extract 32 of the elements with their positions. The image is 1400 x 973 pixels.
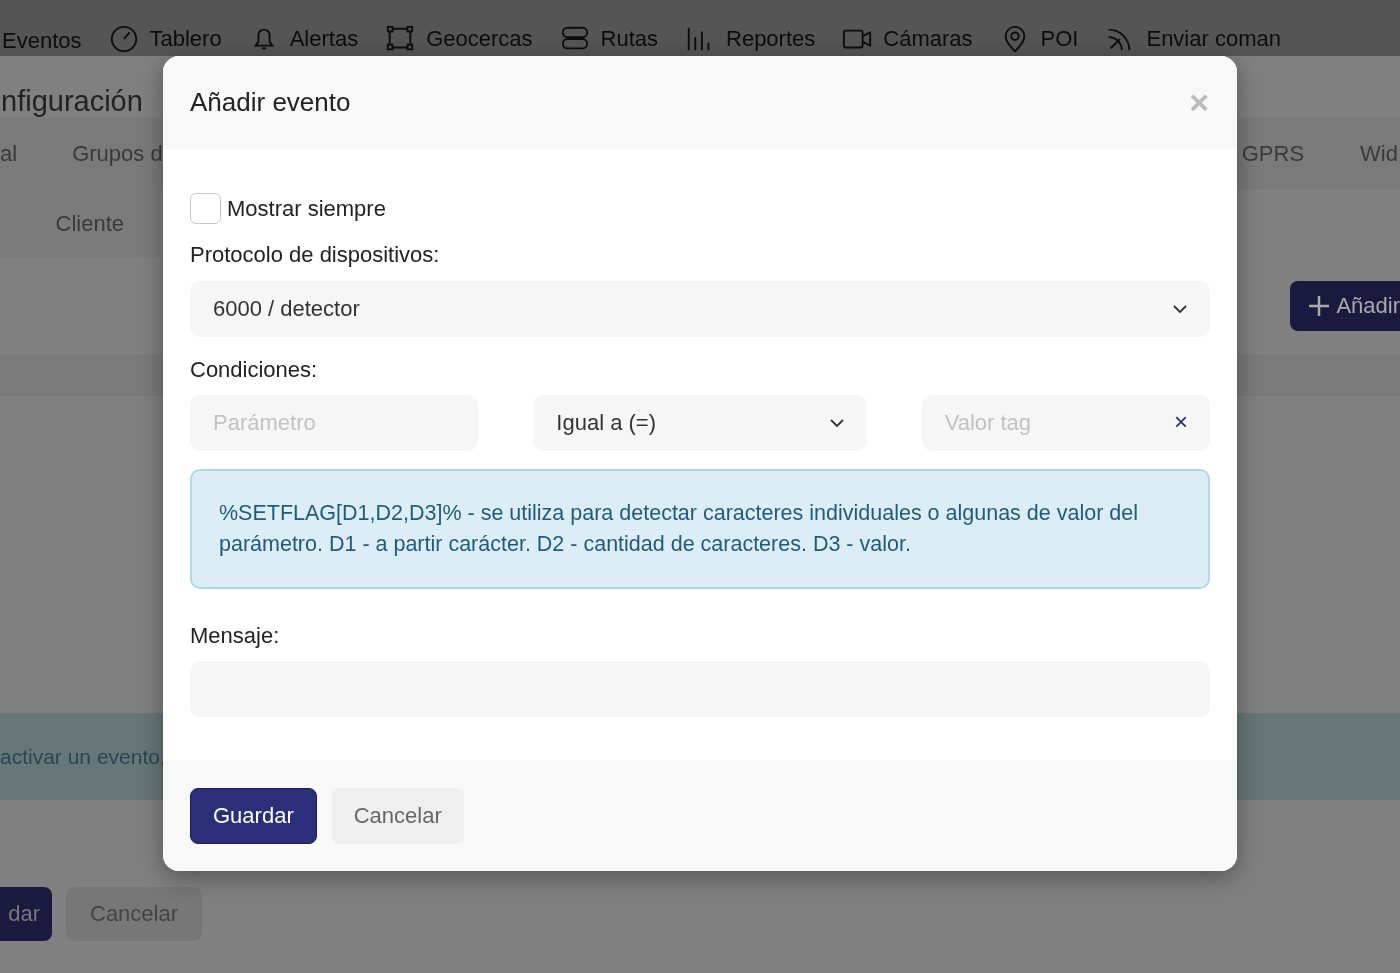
save-button[interactable]: Guardar [190, 787, 317, 844]
clear-button[interactable]: × [1173, 408, 1188, 436]
sub-tab[interactable]: Cliente [0, 190, 160, 258]
close-button[interactable]: × [1189, 83, 1209, 122]
field-label: Mensaje: [190, 623, 281, 649]
tab[interactable]: Grupos d [72, 141, 163, 167]
field-label: Condiciones: [190, 357, 319, 383]
add-button[interactable]: Añadir [1290, 281, 1400, 331]
tab[interactable]: GPRS [1241, 141, 1305, 167]
nav-link[interactable]: Geocercas [426, 26, 533, 52]
nav-link[interactable]: Cámaras [883, 26, 973, 52]
nav-link[interactable]: Eventos [2, 28, 82, 54]
dialog-title: Añadir evento [190, 87, 351, 118]
operator-select[interactable]: Igual a (=) [533, 395, 867, 451]
info-text: activar un evento, [0, 744, 166, 769]
checkbox[interactable] [190, 193, 221, 224]
hint-text: %SETFLAG[D1,D2,D3]% - se utiliza para detectar caracteres individuales o algunas de valor del parámetro. D1 - a partir carácter. D2 - cantidad de caracteres. D3 - valor. [190, 469, 1210, 589]
save-button[interactable]: dar [0, 887, 52, 941]
nav-link[interactable]: Enviar coman [1146, 26, 1281, 52]
field-label: Protocolo de dispositivos: [190, 242, 441, 268]
nav-link[interactable]: POI [1040, 26, 1079, 52]
nav-link[interactable]: Reportes [726, 26, 816, 52]
tab[interactable]: Wid [1360, 141, 1398, 167]
nav-link[interactable]: Rutas [600, 26, 658, 52]
tab[interactable]: al [0, 141, 18, 167]
nav-link[interactable]: Alertas [289, 26, 359, 52]
plus-icon [1308, 295, 1331, 317]
checkbox-label: Mostrar siempre [227, 195, 386, 222]
protocol-select[interactable]: 6000 / detector [190, 281, 1210, 337]
nav-link[interactable]: Tablero [149, 26, 222, 52]
page-title: nfiguración [1, 85, 143, 118]
cancel-button[interactable]: Cancelar [331, 787, 464, 844]
